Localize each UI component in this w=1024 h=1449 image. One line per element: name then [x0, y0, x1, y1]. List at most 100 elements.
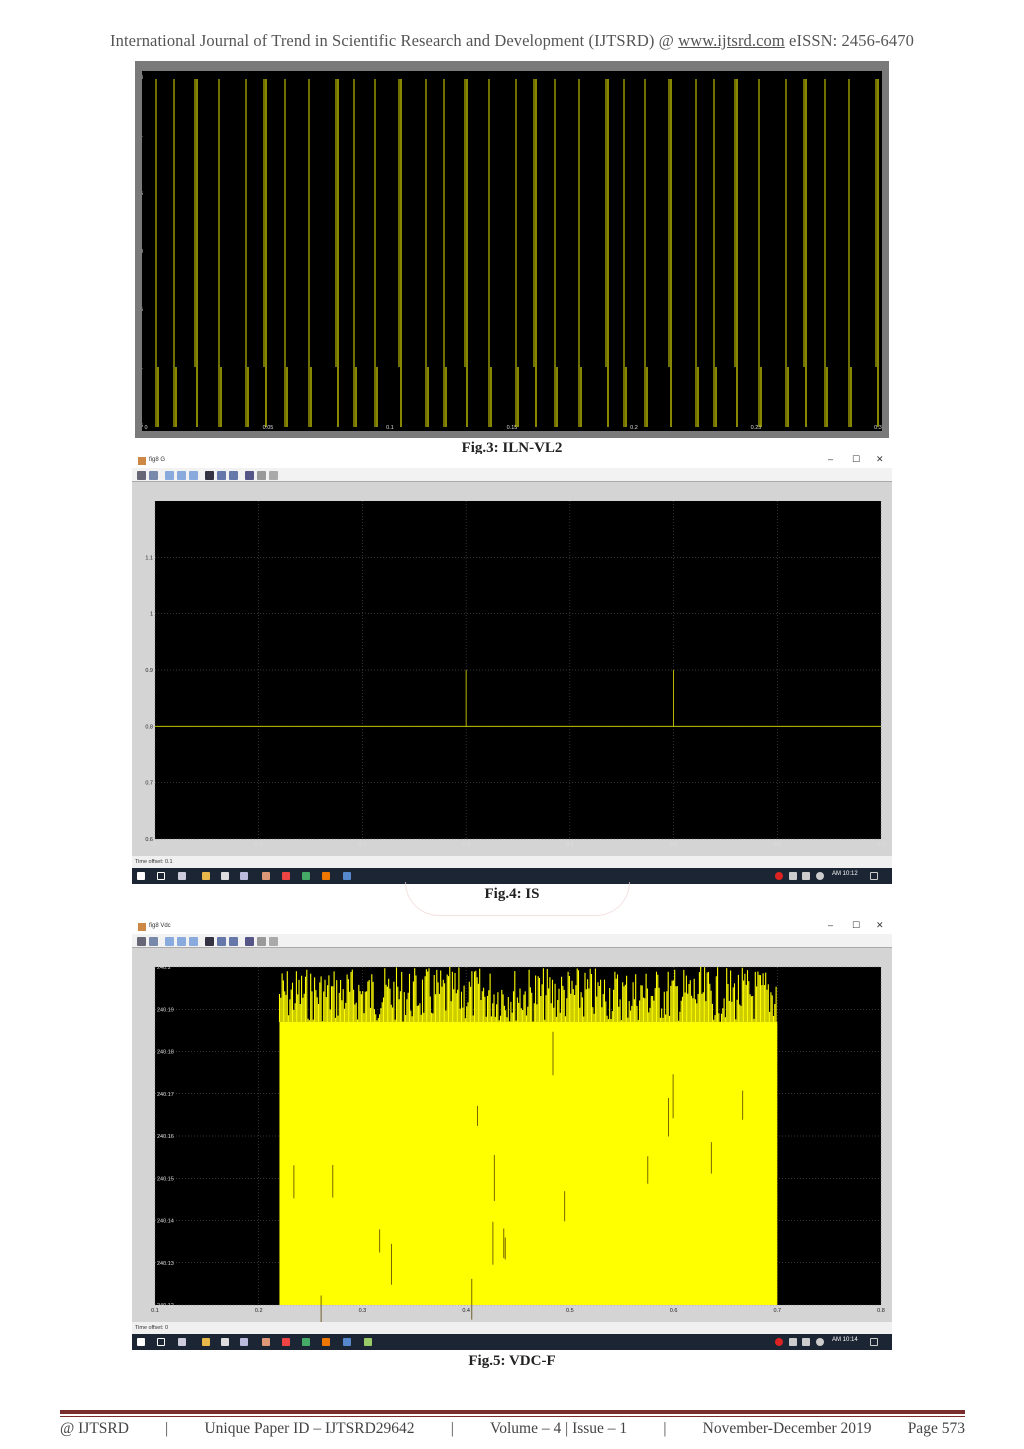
fig4-titlebar: fig8 G – ☐ ✕	[132, 454, 892, 468]
close-button[interactable]: ✕	[876, 454, 884, 465]
windows-start-icon[interactable]	[137, 872, 145, 880]
save-axes-icon[interactable]	[217, 471, 226, 480]
fig5-window: fig8 Vdc – ☐ ✕ 0.1 0.2 0.3 0.4 0.5 0.6 0.7 0.8 2…	[132, 920, 892, 1350]
zoom-icon[interactable]	[165, 471, 174, 480]
matlab-icon[interactable]	[322, 1338, 330, 1346]
print-icon[interactable]	[137, 471, 146, 480]
zoom-x-icon[interactable]	[177, 471, 186, 480]
store-icon[interactable]	[221, 872, 229, 880]
zoom-y-icon[interactable]	[189, 937, 198, 946]
app-icon[interactable]	[262, 1338, 270, 1346]
fig3-x-tick-label: 0.2	[630, 425, 638, 431]
task-view-icon[interactable]	[178, 872, 186, 880]
fig5-toolbar	[132, 934, 892, 948]
fig5-y-tick-label: 240.19	[157, 1007, 174, 1013]
tray-acrobat-icon[interactable]	[775, 872, 783, 880]
print-icon[interactable]	[137, 937, 146, 946]
network-icon[interactable]	[816, 1338, 824, 1346]
fig5-svg: 0.1 0.2 0.3 0.4 0.5 0.6 0.7 0.8240.12240.13240.…	[151, 965, 885, 1322]
windows-start-icon[interactable]	[137, 1338, 145, 1346]
page-footer: @ IJTSRD | Unique Paper ID – IJTSRD29642…	[60, 1420, 965, 1438]
autoscale-icon[interactable]	[205, 471, 214, 480]
lock-icon[interactable]	[257, 937, 266, 946]
params-icon[interactable]	[149, 937, 158, 946]
app-icon[interactable]	[262, 872, 270, 880]
minimize-button[interactable]: –	[828, 454, 833, 464]
footer-paper-id: Unique Paper ID – IJTSRD29642	[204, 1420, 415, 1437]
fig4-status: Time offset: 0.1	[132, 856, 892, 868]
fig5-caption: Fig.5: VDC-F	[468, 1353, 556, 1369]
close-button[interactable]: ✕	[876, 920, 884, 931]
simulink-icon[interactable]	[343, 1338, 351, 1346]
fig4-x-tick-label: 0	[153, 842, 156, 848]
maximize-button[interactable]: ☐	[852, 454, 860, 465]
fig4-clock: AM 10:12	[832, 871, 858, 877]
search-icon[interactable]	[157, 872, 165, 880]
fig3-x-tick-label: 0.1	[386, 425, 394, 431]
mail-icon[interactable]	[240, 1338, 248, 1346]
fig4-x-tick-label: 0.7	[877, 842, 885, 848]
save-axes-icon[interactable]	[217, 937, 226, 946]
select-icon[interactable]	[269, 937, 278, 946]
scope-app-icon	[138, 923, 146, 931]
app2-icon[interactable]	[302, 872, 310, 880]
fig3-plot: 00.050.10.150.20.250.33150515	[140, 71, 882, 431]
battery-icon[interactable]	[789, 872, 797, 880]
fig4-svg: 0 0.1 0.2 0.3 0.4 0.5 0.6 0.7 0.6 0.7 0.8 0.9 1 1.1	[145, 501, 885, 848]
zoom-x-icon[interactable]	[177, 937, 186, 946]
chrome-icon[interactable]	[282, 1338, 290, 1346]
fig5-x-tick-label: 0.6	[670, 1308, 678, 1314]
fig4-toolbar	[132, 468, 892, 482]
fig5-x-tick-label: 0.3	[359, 1308, 367, 1314]
float-icon[interactable]	[245, 937, 254, 946]
fig5-y-tick-label: 240.15	[157, 1176, 174, 1182]
fig4-window: fig8 G – ☐ ✕ 0 0.1 0.2 0.3 0.4 0.5 0.6 0.7 0.6 0.…	[132, 454, 892, 884]
app3-icon[interactable]	[364, 1338, 372, 1346]
autoscale-icon[interactable]	[205, 937, 214, 946]
search-icon[interactable]	[157, 1338, 165, 1346]
float-icon[interactable]	[245, 471, 254, 480]
task-view-icon[interactable]	[178, 1338, 186, 1346]
fig5-y-tick-label: 240.13	[157, 1261, 174, 1267]
fig5-window-title: fig8 Vdc	[149, 923, 171, 929]
journal-link[interactable]: www.ijtsrd.com	[678, 31, 785, 50]
fig4-y-tick-label: 0.9	[145, 668, 153, 674]
mail-icon[interactable]	[240, 872, 248, 880]
file-explorer-icon[interactable]	[202, 1338, 210, 1346]
fig4-plotarea: 0 0.1 0.2 0.3 0.4 0.5 0.6 0.7 0.6 0.7 0.8 0.9 1 1.1	[132, 482, 892, 856]
journal-title: International Journal of Trend in Scient…	[110, 31, 679, 50]
fig3-y-tick-label: 5	[142, 423, 143, 429]
params-icon[interactable]	[149, 471, 158, 480]
scope-app-icon	[138, 457, 146, 465]
restore-axes-icon[interactable]	[229, 937, 238, 946]
notifications-icon[interactable]	[870, 1338, 878, 1346]
chrome-icon[interactable]	[282, 872, 290, 880]
fig4-y-tick-label: 0.7	[145, 781, 153, 787]
journal-header: International Journal of Trend in Scient…	[0, 31, 1024, 51]
lock-icon[interactable]	[257, 471, 266, 480]
fig3-x-tick-label: 0.05	[263, 425, 274, 431]
fig4-x-tick-label: 0.6	[773, 842, 781, 848]
fig3-y-tick-label: 0	[142, 249, 143, 255]
restore-axes-icon[interactable]	[229, 471, 238, 480]
zoom-y-icon[interactable]	[189, 471, 198, 480]
volume-icon[interactable]	[802, 872, 810, 880]
footer-sep: |	[165, 1420, 169, 1437]
zoom-icon[interactable]	[165, 937, 174, 946]
fig4-series-line	[155, 670, 881, 727]
notifications-icon[interactable]	[870, 872, 878, 880]
tray-acrobat-icon[interactable]	[775, 1338, 783, 1346]
network-icon[interactable]	[816, 872, 824, 880]
footer-rule-thin	[60, 1416, 965, 1417]
matlab-icon[interactable]	[322, 872, 330, 880]
minimize-button[interactable]: –	[828, 920, 833, 930]
simulink-icon[interactable]	[343, 872, 351, 880]
select-icon[interactable]	[269, 471, 278, 480]
fig4-x-tick-label: 0.5	[670, 842, 678, 848]
battery-icon[interactable]	[789, 1338, 797, 1346]
file-explorer-icon[interactable]	[202, 872, 210, 880]
app2-icon[interactable]	[302, 1338, 310, 1346]
volume-icon[interactable]	[802, 1338, 810, 1346]
store-icon[interactable]	[221, 1338, 229, 1346]
maximize-button[interactable]: ☐	[852, 920, 860, 931]
